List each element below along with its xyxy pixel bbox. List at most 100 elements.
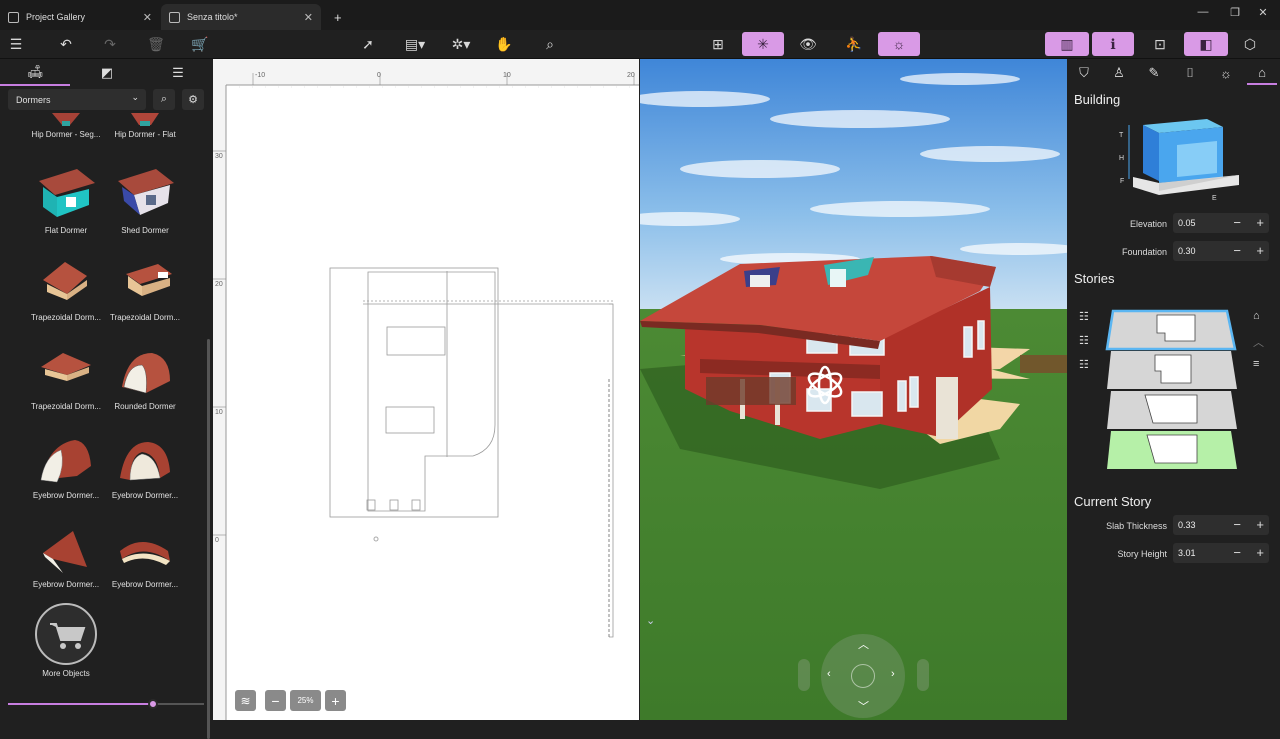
chevron-down-icon: ⌄ <box>131 92 139 102</box>
decrement-button[interactable]: − <box>1233 545 1241 560</box>
tab-furnish[interactable]: ⛉ <box>1069 61 1099 85</box>
list-item[interactable]: Eyebrow Dormer... <box>27 525 105 589</box>
navigation-joystick[interactable]: ︿ ﹀ ‹ › <box>821 634 905 718</box>
undo-icon[interactable]: ↶ <box>54 32 78 56</box>
add-story-icon[interactable]: ≡ <box>1253 358 1259 370</box>
list-item[interactable]: Hip Dormer - Flat <box>106 113 184 139</box>
list-item[interactable]: Trapezoidal Dorm... <box>106 258 184 322</box>
orbit-view-icon[interactable]: ✳ <box>742 32 784 56</box>
roof-icon[interactable]: ︿ <box>1253 334 1264 350</box>
3d-view[interactable]: ︿ ﹀ ‹ › ⌄ <box>640 59 1067 720</box>
elevation-field[interactable]: 0.05 − + <box>1173 213 1269 233</box>
zoom-search-icon[interactable]: ⌕ <box>538 32 562 56</box>
library-icon[interactable]: ▥ <box>1045 32 1089 56</box>
scrollbar[interactable] <box>207 339 210 739</box>
increment-button[interactable]: + <box>1256 517 1264 532</box>
tab-light[interactable]: ☼ <box>1211 61 1241 85</box>
tab-untitled[interactable]: Senza titolo* ✕ <box>161 4 321 30</box>
slab-thickness-field[interactable]: 0.33 − + <box>1173 515 1269 535</box>
elevation-control-left[interactable] <box>798 659 810 691</box>
minimize-button[interactable]: — <box>1186 0 1220 24</box>
tab-building[interactable]: ⌂ <box>1247 61 1277 85</box>
tab-materials[interactable]: ◩ <box>72 59 142 86</box>
zoom-level[interactable]: 25% <box>290 690 321 711</box>
foundation-field[interactable]: 0.30 − + <box>1173 241 1269 261</box>
list-item[interactable]: Trapezoidal Dorm... <box>27 258 105 322</box>
info-icon[interactable]: ℹ <box>1092 32 1134 56</box>
stories-stack[interactable] <box>1105 307 1239 471</box>
item-label: Flat Dormer <box>44 226 88 235</box>
list-item[interactable]: Eyebrow Dormer... <box>106 436 184 500</box>
floor-plan-canvas[interactable]: -10 0 10 20 30 20 10 0 ≋ − 25% + <box>213 59 639 720</box>
tab-project-gallery[interactable]: Project Gallery ✕ <box>0 4 160 30</box>
pan-hand-icon[interactable]: ✋ <box>492 32 516 56</box>
plan-3d-icon[interactable]: ◧ <box>1184 32 1228 56</box>
search-button[interactable]: ⌕ <box>153 89 175 110</box>
tab-list[interactable]: ☰ <box>143 59 213 86</box>
tab-paint[interactable]: ♙ <box>1104 61 1134 85</box>
close-icon[interactable]: ✕ <box>143 11 152 24</box>
list-item[interactable]: Hip Dormer - Seg... <box>27 113 105 139</box>
decrement-button[interactable]: − <box>1233 215 1241 230</box>
elevation-control-right[interactable] <box>917 659 929 691</box>
increment-button[interactable]: + <box>1256 545 1264 560</box>
sun-icon[interactable]: ☼ <box>878 32 920 56</box>
list-item[interactable]: Shed Dormer <box>106 167 184 235</box>
add-roof-icon[interactable]: ⌂ <box>1253 310 1260 322</box>
chevron-down-icon[interactable]: ⌄ <box>646 614 655 627</box>
walkthrough-icon[interactable]: ⛹ <box>842 32 866 56</box>
document-icon <box>169 11 180 23</box>
increment-button[interactable]: + <box>1256 215 1264 230</box>
eyebrow-dormer-thumbnail <box>120 442 170 481</box>
ruler-v-label: 30 <box>215 153 223 160</box>
cart-icon[interactable]: 🛒 <box>188 32 212 56</box>
item-label: Trapezoidal Dorm... <box>31 313 101 322</box>
list-item[interactable]: Eyebrow Dormer... <box>106 525 184 589</box>
tab-eyedropper[interactable]: ✎ <box>1139 61 1169 85</box>
redo-icon[interactable]: ↷ <box>98 32 122 56</box>
chevron-left-icon[interactable]: ‹ <box>827 668 831 680</box>
3d-scene <box>640 59 1067 720</box>
list-item[interactable]: Trapezoidal Dorm... <box>27 347 105 411</box>
list-item[interactable]: Eyebrow Dormer... <box>27 436 105 500</box>
list-item[interactable]: Flat Dormer <box>27 167 105 235</box>
zoom-in-button[interactable]: + <box>325 690 346 711</box>
layers-button[interactable]: ≋ <box>235 690 256 711</box>
filter-button[interactable]: ⚙ <box>182 89 204 110</box>
thumbnail-size-slider[interactable] <box>8 699 204 709</box>
eye-icon[interactable]: 👁 <box>796 32 820 56</box>
eyebrow-dormer-thumbnail <box>40 440 91 483</box>
slider-thumb[interactable] <box>148 699 159 709</box>
floorplan-icon[interactable]: ⊡ <box>1148 32 1172 56</box>
item-label: Hip Dormer - Seg... <box>31 130 101 139</box>
story-list-icon[interactable]: ☷ <box>1079 334 1089 347</box>
story-list-icon[interactable]: ☷ <box>1079 358 1089 371</box>
zoom-out-button[interactable]: − <box>265 690 286 711</box>
new-tab-button[interactable]: + <box>326 4 350 30</box>
ruler-v-label: 10 <box>215 409 223 416</box>
increment-button[interactable]: + <box>1256 243 1264 258</box>
story-list-icon[interactable]: ☷ <box>1079 310 1089 323</box>
close-icon[interactable]: ✕ <box>304 11 313 24</box>
close-window-button[interactable]: ✕ <box>1246 0 1280 24</box>
joystick-center[interactable] <box>851 664 875 688</box>
more-objects-button[interactable]: More Objects <box>27 602 105 678</box>
delete-icon[interactable]: 🗑 <box>144 32 168 56</box>
decrement-button[interactable]: − <box>1233 517 1241 532</box>
tab-furniture[interactable]: 🛋 <box>0 59 70 86</box>
decrement-button[interactable]: − <box>1233 243 1241 258</box>
story-height-field[interactable]: 3.01 − + <box>1173 543 1269 563</box>
split-view-icon[interactable]: ⊞ <box>706 32 730 56</box>
select-icon[interactable]: ➚ <box>356 32 380 56</box>
dimension-tool-icon[interactable]: ✲▾ <box>444 32 478 56</box>
tab-camera[interactable]: ⌷ <box>1175 61 1205 85</box>
category-select[interactable]: Dormers ⌄ <box>8 89 146 110</box>
list-item[interactable]: Rounded Dormer <box>106 347 184 411</box>
chevron-up-icon[interactable]: ︿ <box>858 636 869 652</box>
wall-tool-icon[interactable]: ▤▾ <box>398 32 432 56</box>
cube-icon[interactable]: ⬡ <box>1238 32 1262 56</box>
menu-icon[interactable]: ☰ <box>4 32 28 56</box>
chevron-right-icon[interactable]: › <box>891 668 895 680</box>
sun-icon: ☼ <box>1220 65 1232 81</box>
chevron-down-icon[interactable]: ﹀ <box>858 698 869 714</box>
